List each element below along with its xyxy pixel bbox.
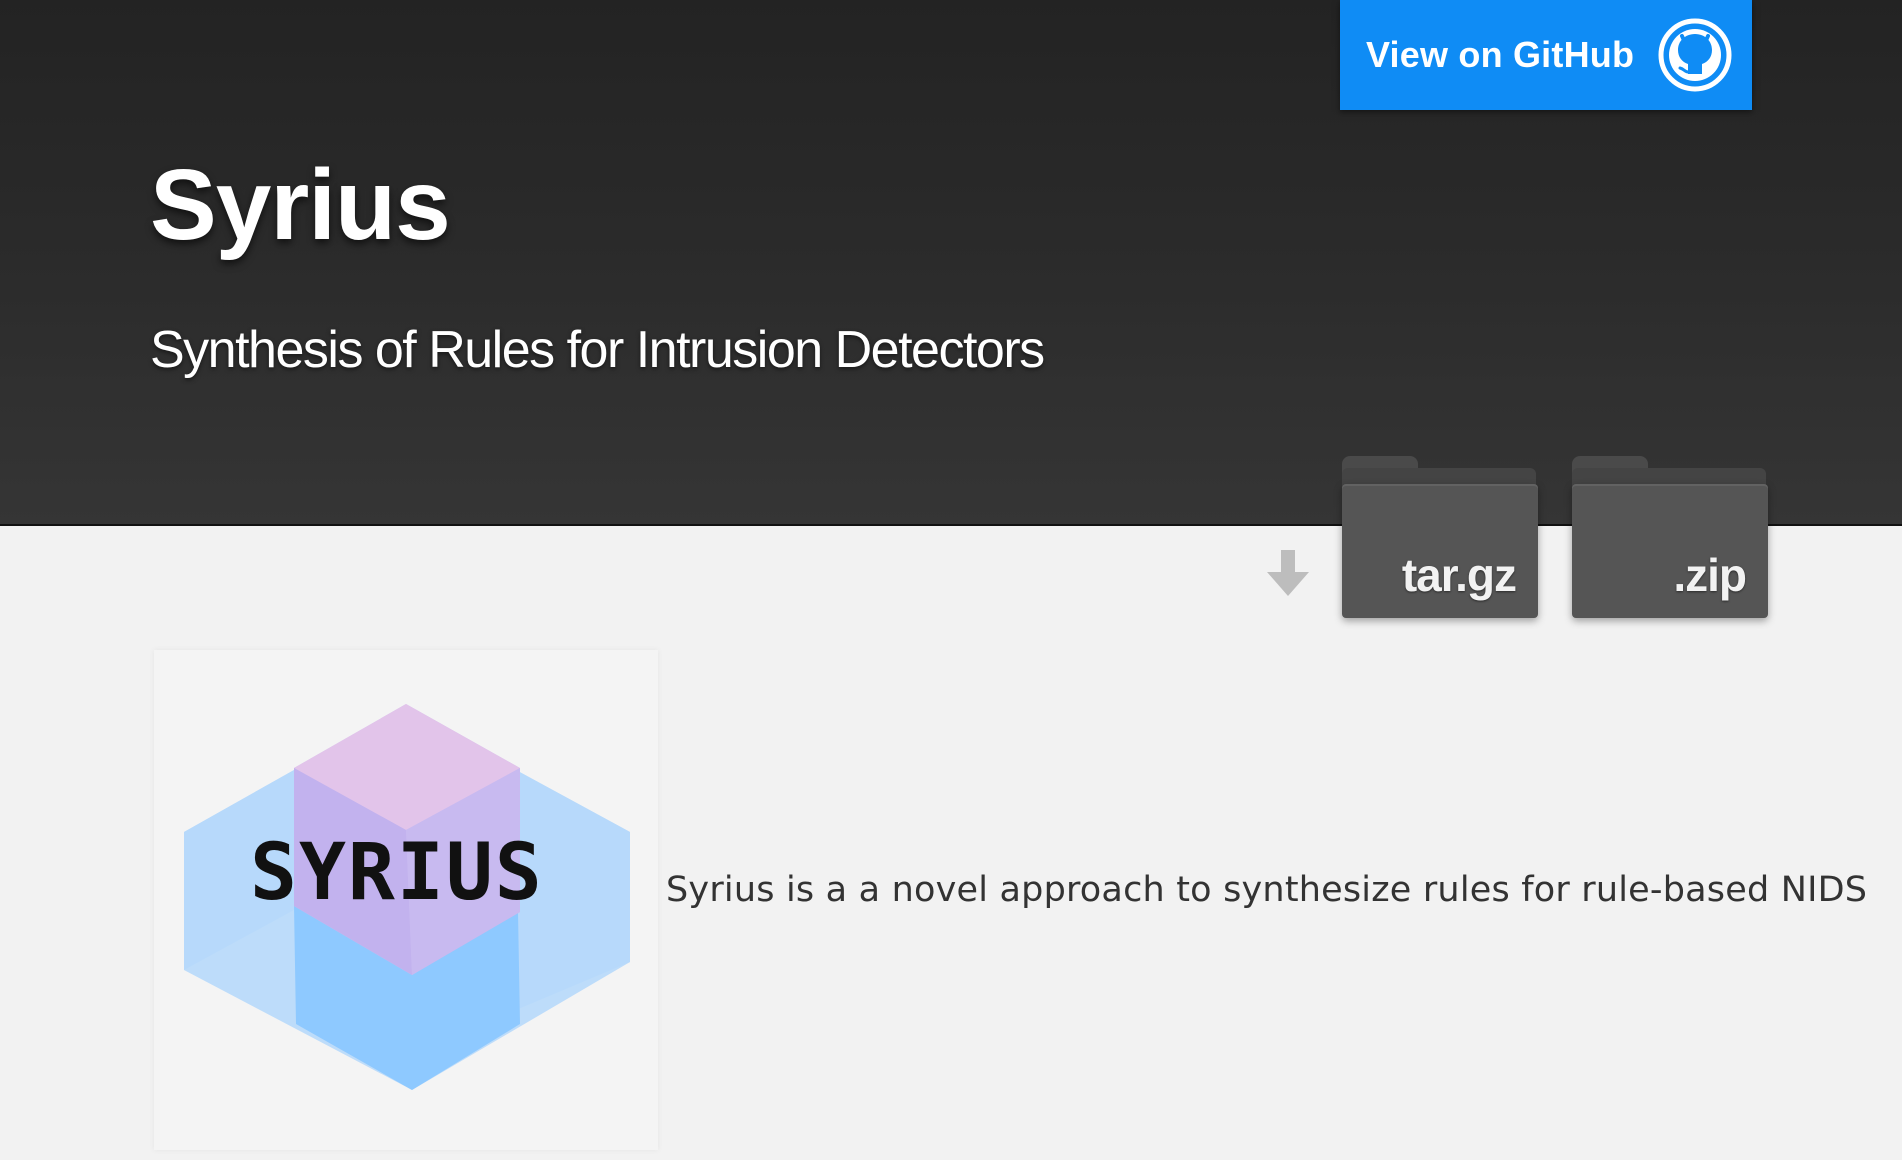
project-description: Syrius is a a novel approach to synthesi… [666, 870, 1868, 910]
down-arrow-icon [1267, 550, 1309, 596]
download-zip-button[interactable]: .zip [1572, 456, 1768, 618]
logo-text: SYRIUS [250, 828, 544, 918]
tar-gz-label: tar.gz [1401, 549, 1517, 601]
view-on-github-button[interactable]: View on GitHub [1340, 0, 1752, 110]
download-tar-gz-button[interactable]: tar.gz [1342, 456, 1538, 618]
syrius-logo: SYRIUS [154, 650, 658, 1150]
site-title: Syrius [150, 149, 451, 261]
site-header: Syrius Synthesis of Rules for Intrusion … [0, 0, 1902, 526]
github-button-label: View on GitHub [1366, 34, 1635, 75]
folder-icon: tar.gz [1342, 484, 1538, 618]
zip-label: .zip [1673, 549, 1747, 601]
site-tagline: Synthesis of Rules for Intrusion Detecto… [150, 321, 1045, 379]
github-octocat-icon [1658, 18, 1732, 92]
folder-icon: .zip [1572, 484, 1768, 618]
